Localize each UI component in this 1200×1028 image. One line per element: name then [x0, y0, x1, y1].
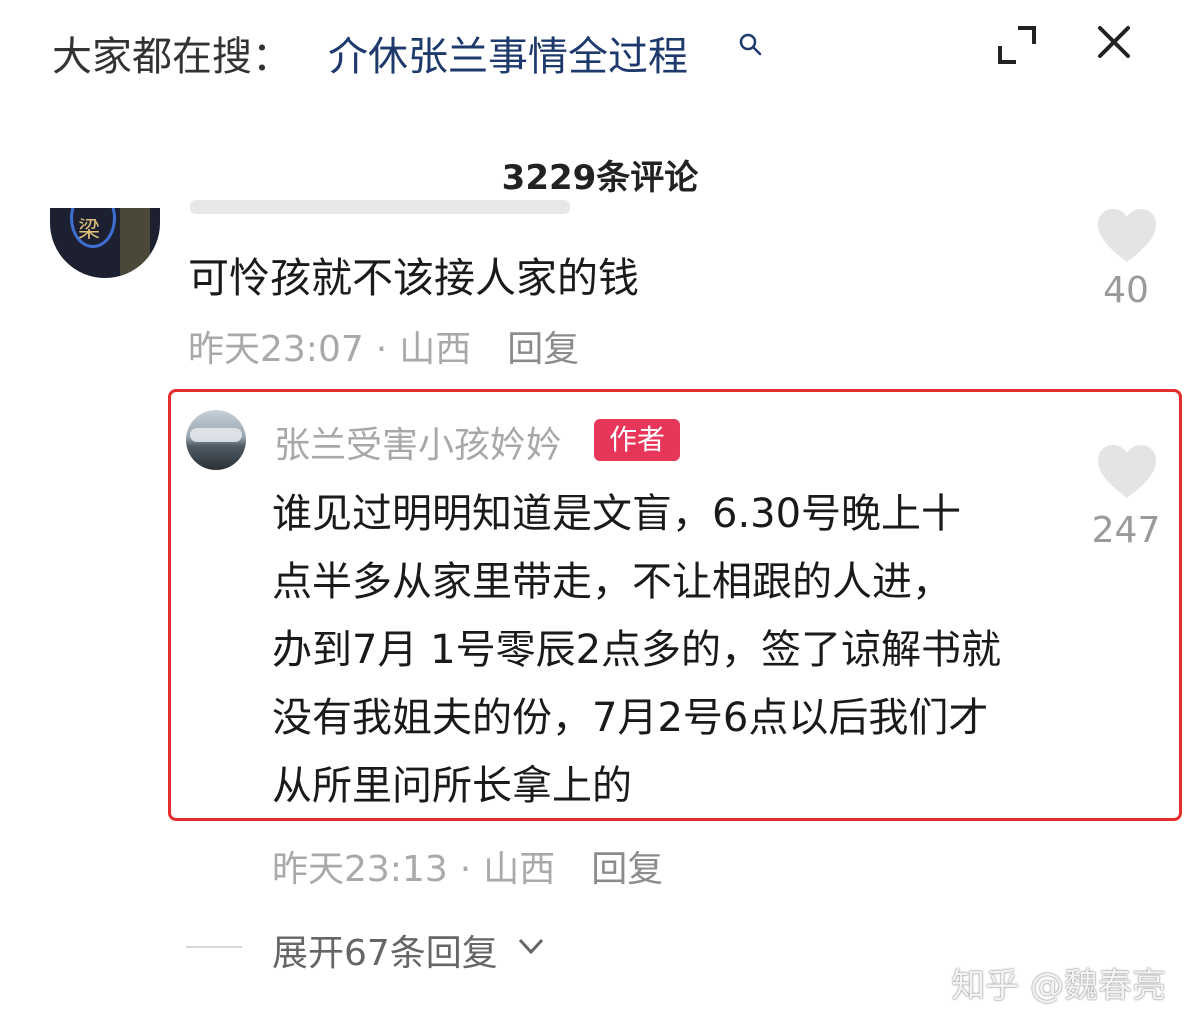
reply-button[interactable]: 回复 — [507, 329, 579, 370]
reply-username[interactable]: 张兰受害小孩妗妗 — [274, 416, 562, 468]
meta-separator: · — [459, 849, 472, 890]
reply-text: 谁见过明明知道是文盲，6.30号晚上十 点半多从家里带走，不让相跟的人进， 办到… — [272, 480, 1072, 820]
comment-text: 可怜孩就不该接人家的钱 — [188, 254, 639, 302]
heart-icon[interactable] — [1096, 208, 1158, 264]
like-count: 40 — [1103, 270, 1149, 311]
reply-text-line: 谁见过明明知道是文盲，6.30号晚上十 — [272, 491, 962, 537]
reply-text-line: 从所里问所长拿上的 — [272, 763, 632, 809]
reply-location: 山西 — [483, 849, 556, 890]
reply-text-line: 办到7月 1号零辰2点多的，签了谅解书就 — [272, 627, 1002, 673]
expand-replies-button[interactable]: 展开67条回复 — [272, 924, 498, 976]
heart-icon[interactable] — [1096, 444, 1158, 500]
search-prefix-label: 大家都在搜： — [52, 34, 292, 80]
comment-count-title: 3229条评论 — [501, 158, 699, 198]
chevron-down-icon[interactable] — [516, 934, 546, 958]
author-badge: 作者 — [594, 419, 680, 461]
divider — [186, 946, 242, 948]
search-suggestion-link[interactable]: 介休张兰事情全过程 — [328, 24, 688, 82]
comment-location: 山西 — [399, 329, 472, 370]
close-icon[interactable] — [1094, 22, 1134, 62]
top-bar: 大家都在搜： 介休张兰事情全过程 — [0, 0, 1200, 100]
reply-text-line: 没有我姐夫的份，7月2号6点以后我们才 — [272, 695, 989, 741]
meta-separator: · — [375, 329, 388, 370]
reply-text-line: 点半多从家里带走，不让相跟的人进， — [272, 559, 952, 605]
reply-meta: 昨天23:13 · 山西 回复 — [272, 840, 663, 892]
search-icon[interactable] — [738, 32, 764, 58]
comment-time: 昨天23:07 — [188, 329, 364, 370]
watermark: 知乎 @魏春亮 — [951, 966, 1166, 1006]
blurred-username — [190, 200, 570, 214]
like-count: 247 — [1091, 510, 1161, 551]
comment-meta: 昨天23:07 · 山西 回复 — [188, 320, 579, 372]
avatar[interactable] — [186, 410, 246, 470]
reply-button[interactable]: 回复 — [591, 849, 663, 890]
avatar[interactable]: 梁 — [50, 208, 160, 278]
reply-time: 昨天23:13 — [272, 849, 448, 890]
expand-icon[interactable] — [996, 24, 1038, 66]
